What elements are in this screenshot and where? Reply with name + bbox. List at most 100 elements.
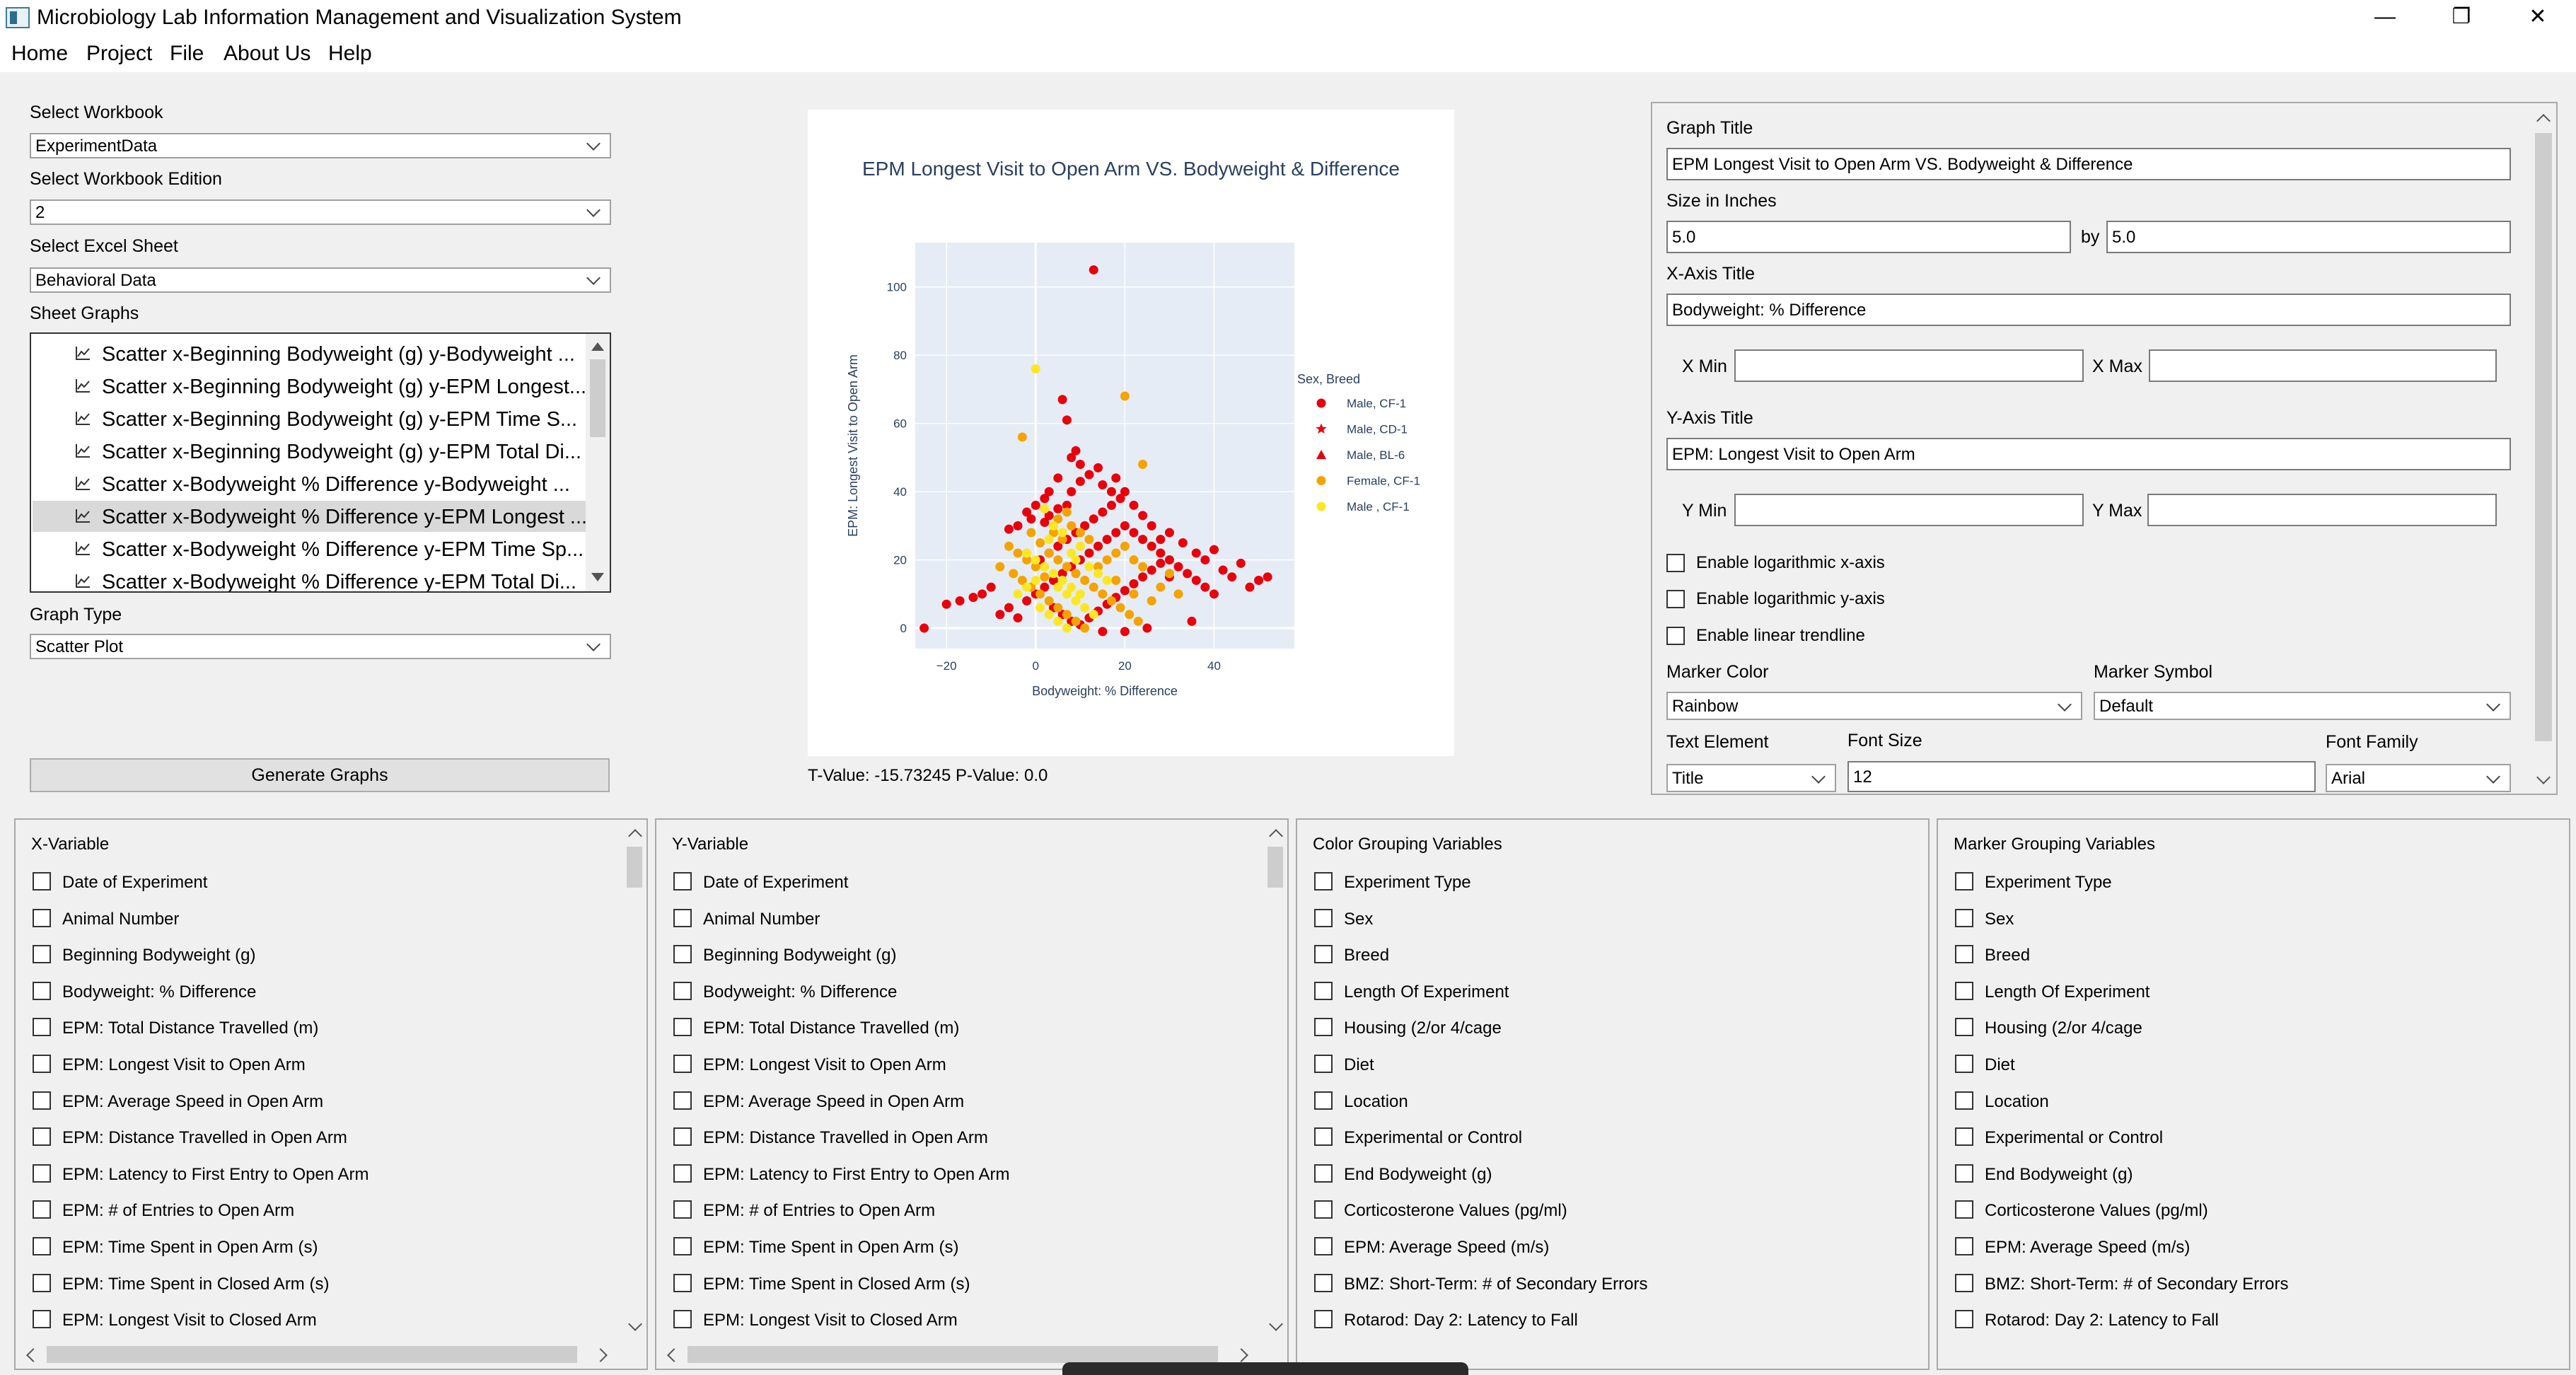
- scroll-up-icon[interactable]: [2536, 114, 2551, 128]
- checkbox[interactable]: [1955, 1273, 1973, 1292]
- edition-select[interactable]: 2: [30, 199, 611, 225]
- scroll-down-icon[interactable]: [1269, 1317, 1283, 1331]
- settings-scrollbar[interactable]: [2531, 103, 2556, 794]
- checkbox[interactable]: [1666, 554, 1685, 572]
- checkbox[interactable]: [33, 1018, 51, 1037]
- x-panel-vscroll[interactable]: [622, 820, 646, 1340]
- checkbox[interactable]: [1314, 1237, 1333, 1255]
- checkbox[interactable]: [1314, 1310, 1333, 1329]
- checkbox[interactable]: [33, 1273, 51, 1292]
- checkbox[interactable]: [1955, 981, 1973, 1000]
- y-variable-option[interactable]: EPM: Distance Travelled in Open Arm: [673, 1120, 1253, 1156]
- checkbox[interactable]: [673, 1055, 692, 1073]
- y-variable-option[interactable]: EPM: Total Distance Travelled (m): [673, 1011, 1253, 1046]
- checkbox[interactable]: [1955, 1055, 1973, 1073]
- checkbox[interactable]: [673, 1018, 692, 1037]
- sheet-graph-item[interactable]: Scatter x-Beginning Bodyweight (g) y-Bod…: [33, 338, 591, 369]
- y-variable-option[interactable]: Animal Number: [673, 902, 1253, 937]
- color-group-option[interactable]: Sex: [1314, 902, 1894, 937]
- text-element-select[interactable]: Title: [1666, 764, 1836, 792]
- x-variable-option[interactable]: EPM: Longest Visit to Open Arm: [33, 1048, 613, 1083]
- close-button[interactable]: ✕: [2500, 0, 2576, 35]
- y-variable-option[interactable]: EPM: # of Entries to Open Arm: [673, 1193, 1253, 1229]
- x-variable-option[interactable]: EPM: Average Speed in Open Arm: [33, 1084, 613, 1120]
- checkbox[interactable]: [673, 1273, 692, 1292]
- checkbox[interactable]: [1314, 981, 1333, 1000]
- x-variable-option[interactable]: EPM: Longest Visit to Closed Arm: [33, 1303, 613, 1338]
- marker-group-option[interactable]: BMZ: Short-Term: # of Secondary Errors: [1955, 1267, 2535, 1302]
- x-variable-option[interactable]: EPM: Total Distance Travelled (m): [33, 1011, 613, 1046]
- menu-help[interactable]: Help: [328, 40, 372, 67]
- color-group-option[interactable]: Rotarod: Day 2: Latency to Fall: [1314, 1303, 1894, 1338]
- color-group-option[interactable]: Corticosterone Values (pg/ml): [1314, 1193, 1894, 1229]
- checkbox[interactable]: [33, 872, 51, 890]
- y-variable-option[interactable]: EPM: Time Spent in Open Arm (s): [673, 1230, 1253, 1265]
- checkbox[interactable]: [1314, 1273, 1333, 1292]
- marker-group-option[interactable]: Length Of Experiment: [1955, 975, 2535, 1010]
- workbook-select[interactable]: ExperimentData: [30, 133, 611, 158]
- scroll-up-icon[interactable]: [628, 829, 642, 843]
- menu-about-us[interactable]: About Us: [224, 40, 311, 67]
- x-variable-option[interactable]: Animal Number: [33, 902, 613, 937]
- color-group-option[interactable]: BMZ: Short-Term: # of Secondary Errors: [1314, 1267, 1894, 1302]
- x-variable-option[interactable]: EPM: Time Spent in Closed Arm (s): [33, 1267, 613, 1302]
- y-variable-option[interactable]: EPM: Time Spent in Closed Arm (s): [673, 1267, 1253, 1302]
- checkbox[interactable]: [33, 1237, 51, 1255]
- x-variable-option[interactable]: EPM: # of Entries to Open Arm: [33, 1193, 613, 1229]
- checkbox[interactable]: [673, 1237, 692, 1255]
- scroll-thumb[interactable]: [590, 359, 605, 437]
- y-variable-option[interactable]: Beginning Bodyweight (g): [673, 938, 1253, 973]
- marker-group-option[interactable]: Housing (2/or 4/cage: [1955, 1011, 2535, 1046]
- checkbox[interactable]: [33, 1310, 51, 1329]
- checkbox[interactable]: [33, 945, 51, 964]
- checkbox[interactable]: [33, 908, 51, 927]
- scroll-up-icon[interactable]: [591, 342, 604, 351]
- checkbox[interactable]: [673, 908, 692, 927]
- y-variable-option[interactable]: EPM: Latency to First Entry to Open Arm: [673, 1157, 1253, 1193]
- scroll-thumb[interactable]: [687, 1346, 1218, 1363]
- y-panel-vscroll[interactable]: [1263, 820, 1287, 1340]
- checkbox[interactable]: [673, 1200, 692, 1219]
- checkbox[interactable]: [1955, 1164, 1973, 1183]
- checkbox[interactable]: [1955, 872, 1973, 890]
- sheet-graph-item[interactable]: Scatter x-Bodyweight % Difference y-EPM …: [33, 566, 591, 591]
- checkbox[interactable]: [33, 1164, 51, 1183]
- checkbox[interactable]: [1955, 945, 1973, 964]
- marker-group-option[interactable]: Sex: [1955, 902, 2535, 937]
- checkbox[interactable]: [33, 1200, 51, 1219]
- color-group-option[interactable]: Experimental or Control: [1314, 1120, 1894, 1156]
- checkbox[interactable]: [1955, 1127, 1973, 1147]
- y-max-input[interactable]: [2147, 494, 2497, 526]
- marker-group-option[interactable]: Experimental or Control: [1955, 1120, 2535, 1156]
- x-axis-title-input[interactable]: Bodyweight: % Difference: [1666, 294, 2511, 326]
- checkbox[interactable]: [33, 981, 51, 1000]
- menu-project[interactable]: Project: [86, 40, 152, 67]
- checkbox[interactable]: [1955, 1091, 1973, 1110]
- checkbox[interactable]: [1955, 1310, 1973, 1329]
- y-min-input[interactable]: [1734, 494, 2084, 526]
- checkbox[interactable]: [1314, 908, 1333, 927]
- checkbox[interactable]: [1314, 1055, 1333, 1073]
- y-variable-option[interactable]: Bodyweight: % Difference: [673, 975, 1253, 1010]
- y-variable-option[interactable]: EPM: Longest Visit to Open Arm: [673, 1048, 1253, 1083]
- menu-home[interactable]: Home: [11, 40, 68, 67]
- sheet-graph-item[interactable]: Scatter x-Bodyweight % Difference y-Body…: [33, 468, 591, 499]
- checkbox[interactable]: [673, 981, 692, 1000]
- graph-title-input[interactable]: EPM Longest Visit to Open Arm VS. Bodywe…: [1666, 148, 2511, 180]
- graph-type-select[interactable]: Scatter Plot: [30, 634, 611, 659]
- scroll-right-icon[interactable]: [593, 1348, 608, 1362]
- checkbox[interactable]: [1314, 945, 1333, 964]
- scroll-down-icon[interactable]: [591, 573, 604, 581]
- checkbox[interactable]: [33, 1127, 51, 1147]
- marker-group-option[interactable]: Location: [1955, 1084, 2535, 1120]
- color-group-option[interactable]: Housing (2/or 4/cage: [1314, 1011, 1894, 1046]
- restore-button[interactable]: ❐: [2423, 0, 2500, 35]
- scroll-thumb[interactable]: [47, 1346, 577, 1363]
- checkbox[interactable]: [1955, 1200, 1973, 1219]
- checkbox[interactable]: [1314, 1200, 1333, 1219]
- scroll-left-icon[interactable]: [667, 1348, 681, 1362]
- checkbox[interactable]: [1314, 1018, 1333, 1037]
- scroll-thumb[interactable]: [1267, 847, 1283, 888]
- y-variable-option[interactable]: EPM: Longest Visit to Closed Arm: [673, 1303, 1253, 1338]
- checkbox[interactable]: [673, 945, 692, 964]
